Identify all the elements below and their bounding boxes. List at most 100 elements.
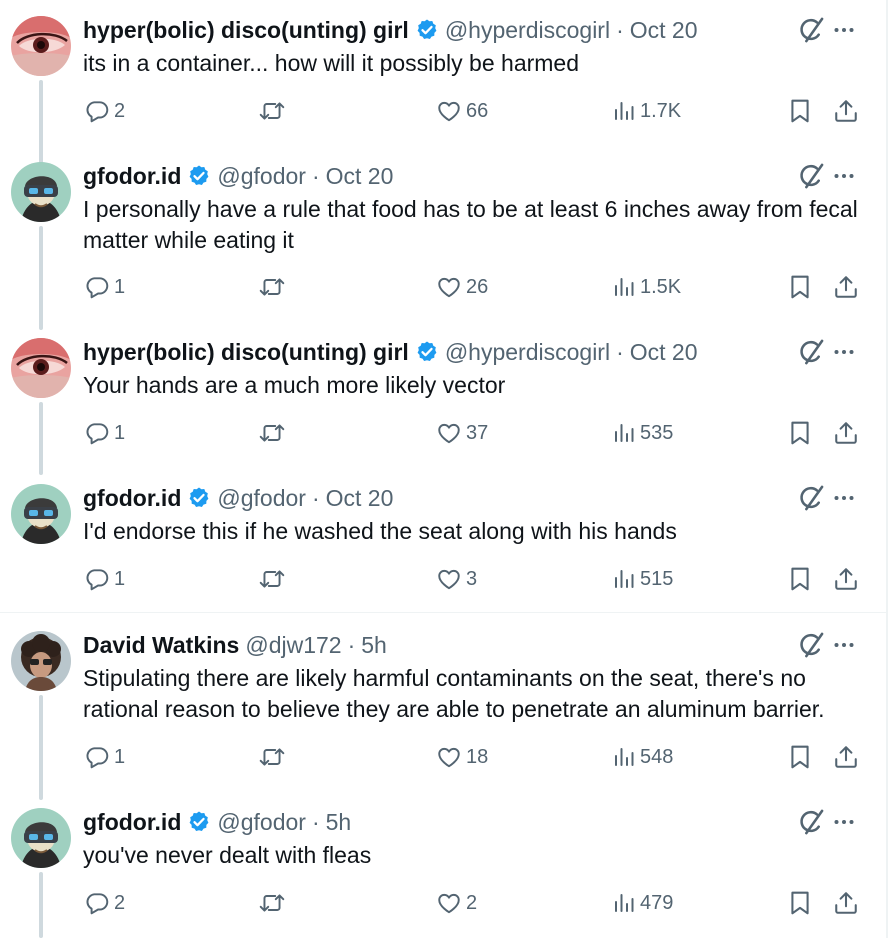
tweet-header: gfodor.id @gfodor · Oct 20 [83,160,886,192]
retweet-button[interactable] [258,741,286,773]
tweet[interactable]: hyper(bolic) disco(unting) girl @hyperdis… [0,0,886,135]
avatar[interactable] [11,16,71,76]
avatar[interactable] [11,338,71,398]
replies-count: 1 [114,745,126,768]
bookmark-button[interactable] [788,741,812,773]
timestamp[interactable]: 5h [326,809,352,836]
grok-icon[interactable] [796,807,826,837]
retweet-button[interactable] [258,887,286,919]
bookmark-icon [788,890,812,916]
more-icon[interactable] [830,161,858,191]
author-handle[interactable]: @gfodor [217,809,306,836]
share-button[interactable] [833,887,859,919]
more-icon[interactable] [830,15,858,45]
tweet-header: hyper(bolic) disco(unting) girl @hyperdis… [83,336,886,368]
author-name[interactable]: hyper(bolic) disco(unting) girl [83,339,409,366]
separator-dot: · [311,808,320,835]
bookmark-button[interactable] [788,417,812,449]
reply-button[interactable]: 1 [84,741,125,773]
reply-icon [84,744,110,770]
like-button[interactable]: 37 [436,417,488,449]
tweet[interactable]: gfodor.id @gfodor · Oct 20 I personally have… [0,146,886,311]
grok-icon[interactable] [796,161,826,191]
bookmark-icon [788,420,812,446]
avatar[interactable] [11,631,71,691]
tweet[interactable]: gfodor.id @gfodor · Oct 20 I'd endorse this … [0,468,886,603]
avatar[interactable] [11,808,71,868]
reply-button[interactable]: 1 [84,563,125,595]
share-button[interactable] [833,741,859,773]
replies-count: 1 [114,275,126,298]
grok-icon[interactable] [796,15,826,45]
reply-button[interactable]: 1 [84,271,125,303]
views-button[interactable]: 479 [612,887,673,919]
views-button[interactable]: 515 [612,563,673,595]
share-icon [833,890,859,916]
reply-icon [84,566,110,592]
share-button[interactable] [833,563,859,595]
share-button[interactable] [833,271,859,303]
more-icon[interactable] [830,483,858,513]
grok-icon[interactable] [796,630,826,660]
author-name[interactable]: gfodor.id [83,163,181,190]
views-button[interactable]: 1.7K [612,95,681,127]
share-button[interactable] [833,95,859,127]
like-button[interactable]: 18 [436,741,488,773]
bookmark-button[interactable] [788,563,812,595]
author-handle[interactable]: @djw172 [245,632,341,659]
more-icon[interactable] [830,337,858,367]
views-button[interactable]: 1.5K [612,271,681,303]
author-handle[interactable]: @hyperdiscogirl [445,339,610,366]
bookmark-button[interactable] [788,271,812,303]
verified-badge-icon [187,810,211,834]
author-handle[interactable]: @hyperdiscogirl [445,17,610,44]
replies-count: 2 [114,891,126,914]
avatar[interactable] [11,484,71,544]
avatar[interactable] [11,162,71,222]
retweet-button[interactable] [258,563,286,595]
timestamp[interactable]: Oct 20 [630,339,698,366]
grok-icon[interactable] [796,337,826,367]
reply-button[interactable]: 2 [84,887,125,919]
author-name[interactable]: hyper(bolic) disco(unting) girl [83,17,409,44]
retweet-button[interactable] [258,95,286,127]
tweet-header: David Watkins @djw172 · 5h [83,629,886,661]
timestamp[interactable]: Oct 20 [630,17,698,44]
views-button[interactable]: 535 [612,417,673,449]
tweet[interactable]: hyper(bolic) disco(unting) girl @hyperdis… [0,322,886,457]
more-icon[interactable] [830,807,858,837]
like-icon [436,744,462,770]
views-button[interactable]: 548 [612,741,673,773]
like-button[interactable]: 3 [436,563,477,595]
tweet[interactable]: David Watkins @djw172 · 5h Stipulating there… [0,615,886,781]
retweet-button[interactable] [258,417,286,449]
like-button[interactable]: 26 [436,271,488,303]
retweet-button[interactable] [258,271,286,303]
timestamp[interactable]: 5h [361,632,387,659]
likes-count: 26 [466,275,489,298]
views-icon [612,99,636,123]
author-name[interactable]: David Watkins [83,632,239,659]
bookmark-button[interactable] [788,887,812,919]
more-icon[interactable] [830,630,858,660]
share-button[interactable] [833,417,859,449]
author-name[interactable]: gfodor.id [83,485,181,512]
replies-count: 1 [114,421,126,444]
reply-button[interactable]: 2 [84,95,125,127]
reply-button[interactable]: 1 [84,417,125,449]
author-name[interactable]: gfodor.id [83,809,181,836]
views-count: 515 [640,567,674,590]
timestamp[interactable]: Oct 20 [326,485,394,512]
timestamp[interactable]: Oct 20 [326,163,394,190]
tweet[interactable]: gfodor.id @gfodor · 5h you've never dealt wi… [0,792,886,927]
bookmark-button[interactable] [788,95,812,127]
share-icon [833,98,859,124]
verified-badge-icon [187,486,211,510]
like-button[interactable]: 2 [436,887,477,919]
grok-icon[interactable] [796,483,826,513]
author-handle[interactable]: @gfodor [217,163,306,190]
separator-dot: · [311,484,320,511]
author-handle[interactable]: @gfodor [217,485,306,512]
like-button[interactable]: 66 [436,95,488,127]
views-icon [612,891,636,915]
